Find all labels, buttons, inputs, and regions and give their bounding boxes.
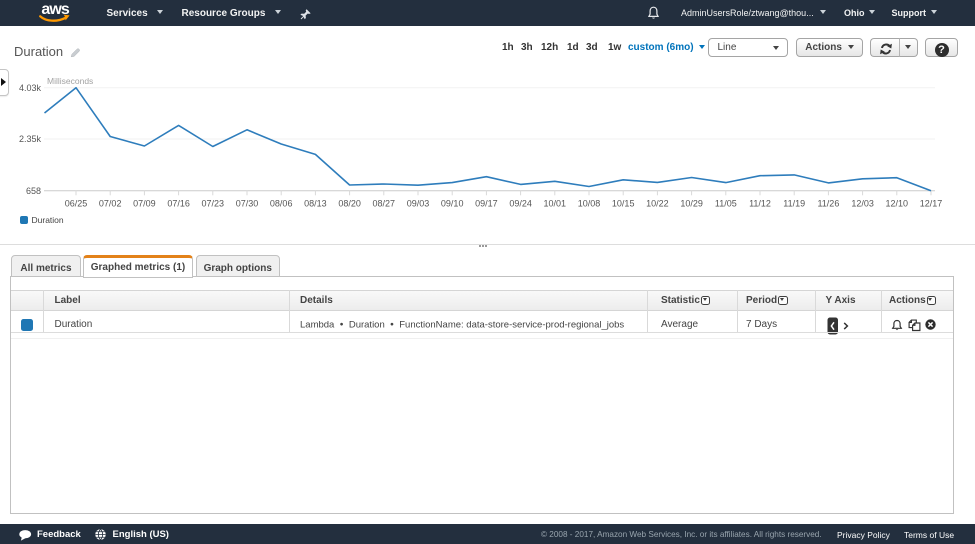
svg-text:07/16: 07/16	[167, 199, 190, 209]
svg-text:10/29: 10/29	[680, 199, 703, 209]
svg-text:06/25: 06/25	[65, 199, 88, 209]
svg-text:08/13: 08/13	[304, 199, 327, 209]
svg-text:12/17: 12/17	[920, 199, 943, 209]
svg-text:11/26: 11/26	[817, 199, 839, 209]
svg-text:09/17: 09/17	[475, 199, 498, 209]
svg-text:658: 658	[26, 186, 41, 196]
svg-text:2.35k: 2.35k	[19, 134, 42, 144]
svg-text:09/24: 09/24	[509, 199, 532, 209]
svg-text:10/15: 10/15	[612, 199, 635, 209]
svg-text:12/10: 12/10	[886, 199, 909, 209]
svg-text:07/30: 07/30	[236, 199, 259, 209]
svg-text:07/02: 07/02	[99, 199, 122, 209]
svg-text:10/01: 10/01	[544, 199, 567, 209]
svg-text:08/06: 08/06	[270, 199, 293, 209]
svg-text:07/09: 07/09	[133, 199, 156, 209]
svg-text:11/19: 11/19	[783, 199, 805, 209]
svg-text:08/20: 08/20	[338, 199, 361, 209]
svg-text:07/23: 07/23	[202, 199, 225, 209]
svg-text:08/27: 08/27	[373, 199, 396, 209]
svg-text:11/05: 11/05	[715, 199, 737, 209]
svg-text:09/03: 09/03	[407, 199, 430, 209]
svg-text:12/03: 12/03	[851, 199, 874, 209]
svg-text:Milliseconds: Milliseconds	[47, 76, 93, 86]
svg-text:10/08: 10/08	[578, 199, 601, 209]
svg-text:09/10: 09/10	[441, 199, 464, 209]
svg-text:11/12: 11/12	[749, 199, 771, 209]
svg-text:10/22: 10/22	[646, 199, 669, 209]
svg-text:4.03k: 4.03k	[19, 83, 42, 93]
